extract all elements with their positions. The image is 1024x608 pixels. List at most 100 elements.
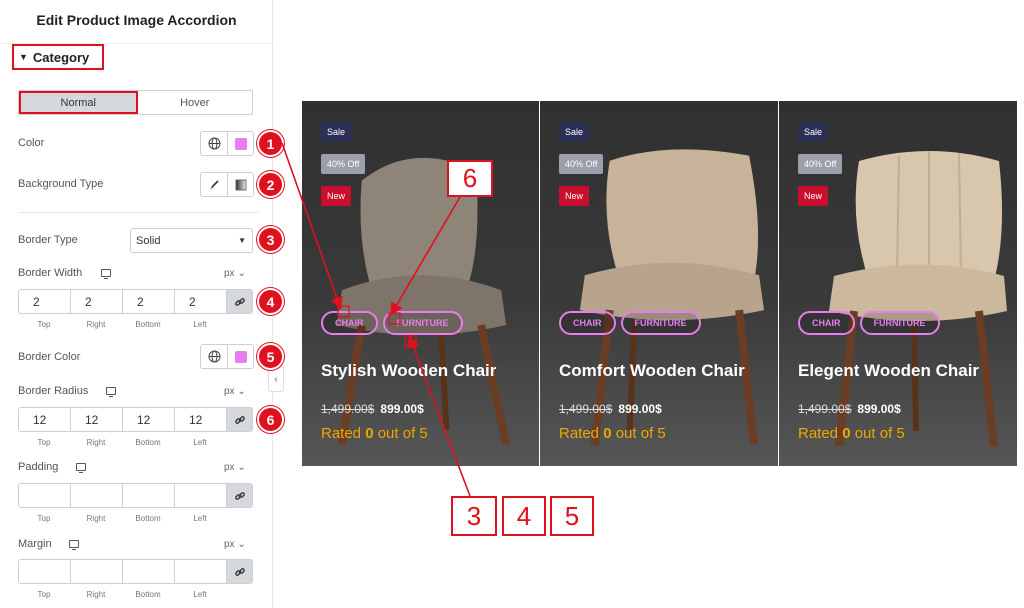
state-tabs: Normal Hover [18,90,253,115]
product-price: 1,499.00$ 899.00$ [559,402,662,416]
globe-icon [208,137,220,150]
padding-label: Padding [18,461,59,473]
padding-right[interactable] [71,484,123,507]
product-accordion: Sale 40% Off New CHAIR FURNITURE Stylish… [302,101,1017,466]
discount-badge: 40% Off [559,154,604,174]
caret-down-icon: ▼ [19,52,28,62]
category-tag[interactable]: FURNITURE [382,311,463,335]
product-rating: Rated 0 out of 5 [321,425,428,442]
new-badge: New [559,186,590,206]
margin-right[interactable] [71,560,123,583]
unit-selector[interactable]: px ⌄ [224,386,246,397]
color-picker-button[interactable] [227,132,253,155]
tab-hover[interactable]: Hover [138,91,253,114]
sale-badge: Sale [798,122,829,142]
padding-left[interactable] [175,484,227,507]
margin-label: Margin [18,538,52,550]
link-values-button[interactable] [227,484,252,507]
category-tags: CHAIR FURNITURE [798,311,940,335]
product-title[interactable]: Elegent Wooden Chair [798,361,979,381]
category-tags: CHAIR FURNITURE [321,311,463,335]
link-icon [234,415,245,424]
border-radius-top[interactable]: 12 [19,408,71,431]
unit-selector[interactable]: px ⌄ [224,462,246,473]
gradient-button[interactable] [227,173,253,196]
annotation-badge-1: 1 [257,130,284,157]
border-width-label: Border Width [18,267,83,279]
new-badge: New [321,186,352,206]
product-rating: Rated 0 out of 5 [798,425,905,442]
monitor-icon[interactable] [101,269,111,279]
product-title[interactable]: Stylish Wooden Chair [321,361,496,381]
border-radius-label: Border Radius [18,385,89,397]
classic-brush-button[interactable] [201,173,227,196]
section-label: Category [32,49,90,65]
product-rating: Rated 0 out of 5 [559,425,666,442]
category-tag[interactable]: CHAIR [798,311,855,335]
unit-selector[interactable]: px ⌄ [224,268,246,279]
dimension-labels: Top Right Bottom Left [37,320,207,329]
tab-normal[interactable]: Normal [19,91,138,114]
margin-bottom[interactable] [123,560,175,583]
border-width-right[interactable]: 2 [71,290,123,313]
border-color-label: Border Color [18,351,81,363]
padding-bottom[interactable] [123,484,175,507]
annotation-badge-5: 5 [257,343,284,370]
link-values-button[interactable] [227,560,252,583]
border-radius-bottom[interactable]: 12 [123,408,175,431]
globe-icon [208,350,220,363]
category-tags: CHAIR FURNITURE [559,311,701,335]
discount-badge: 40% Off [798,154,843,174]
border-color-control [200,344,254,369]
gradient-icon [235,179,246,190]
callout-6: 6 [447,160,493,197]
background-type-control [200,172,254,197]
link-icon [234,491,245,500]
link-values-button[interactable] [227,290,252,313]
callout-5: 5 [550,496,594,536]
color-swatch [234,350,247,363]
border-type-select[interactable]: Solid ▼ [130,228,253,253]
global-colors-button[interactable] [201,132,227,155]
monitor-icon[interactable] [69,540,79,550]
dimension-labels: Top Right Bottom Left [37,590,207,599]
link-icon [234,297,245,306]
unit-selector[interactable]: px ⌄ [224,539,246,550]
monitor-icon[interactable] [106,387,116,397]
sale-badge: Sale [559,122,590,142]
color-label: Color [18,137,45,149]
product-price: 1,499.00$ 899.00$ [321,402,424,416]
border-width-top[interactable]: 2 [19,290,71,313]
product-title[interactable]: Comfort Wooden Chair [559,361,745,381]
discount-badge: 40% Off [321,154,366,174]
color-picker-button[interactable] [227,345,253,368]
margin-left[interactable] [175,560,227,583]
brush-icon [210,179,219,189]
annotation-badge-6: 6 [257,406,284,433]
border-radius-right[interactable]: 12 [71,408,123,431]
border-radius-left[interactable]: 12 [175,408,227,431]
category-tag[interactable]: CHAIR [321,311,378,335]
border-width-left[interactable]: 2 [175,290,227,313]
link-values-button[interactable] [227,408,252,431]
border-type-label: Border Type [18,234,78,246]
global-colors-button[interactable] [201,345,227,368]
callout-3: 3 [451,496,497,536]
product-card[interactable]: Sale 40% Off New CHAIR FURNITURE Elegent… [779,101,1017,466]
category-tag[interactable]: FURNITURE [620,311,701,335]
product-card[interactable]: Sale 40% Off New CHAIR FURNITURE Stylish… [302,101,540,466]
padding-top[interactable] [19,484,71,507]
dimension-labels: Top Right Bottom Left [37,438,207,447]
margin-top[interactable] [19,560,71,583]
product-price: 1,499.00$ 899.00$ [798,402,901,416]
category-section-toggle[interactable]: ▼ Category [12,44,104,70]
monitor-icon[interactable] [76,463,86,473]
background-type-label: Background Type [18,178,104,190]
category-tag[interactable]: FURNITURE [859,311,940,335]
border-width-inputs: 2 2 2 2 [18,289,253,314]
editor-panel: Edit Product Image Accordion ▼ Category … [0,0,273,608]
border-radius-inputs: 12 12 12 12 [18,407,253,432]
product-card[interactable]: Sale 40% Off New CHAIR FURNITURE Comfort… [540,101,779,466]
category-tag[interactable]: CHAIR [559,311,616,335]
border-width-bottom[interactable]: 2 [123,290,175,313]
